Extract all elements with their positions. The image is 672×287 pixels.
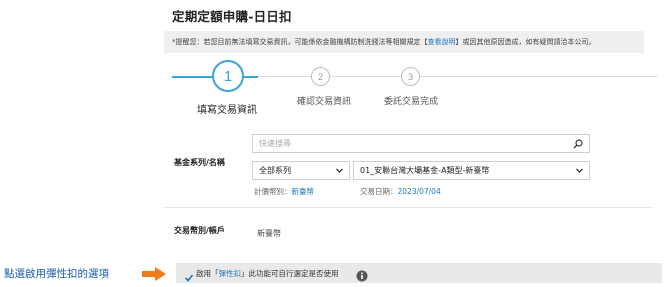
pricing-currency-label: 計價幣別： <box>254 187 292 196</box>
section-divider <box>164 207 652 208</box>
step-2-circle: 2 <box>311 67 330 86</box>
search-icon[interactable] <box>573 138 583 155</box>
flex-debit-checkbox[interactable] <box>184 268 194 287</box>
flex-debit-suffix: 」此功能可自行選定是否使用 <box>241 269 339 278</box>
step-1-label: 填寫交易資訊 <box>197 105 257 116</box>
notice-suffix: 】或因其他原因造成，如有疑問請洽本公司。 <box>455 38 596 46</box>
step-3-circle: 3 <box>401 67 420 86</box>
fund-series-select[interactable]: 全部系列 <box>252 161 350 180</box>
notice-bar: *提醒您：若您目前無法填寫交易資訊，可能係依金融機構防制洗錢法等相關規定【查看說… <box>164 31 644 53</box>
annotation-text: 點選啟用彈性扣的選項 <box>4 268 109 280</box>
chevron-down-icon <box>335 162 344 185</box>
trade-currency-value: 新臺幣 <box>257 229 281 238</box>
trade-date-value: 2023/07/04 <box>397 187 441 196</box>
chevron-down-icon <box>575 162 584 185</box>
trade-date-label: 交易日期： <box>360 187 398 196</box>
fund-name-value: 01_安聯台灣大壩基金-A類型-新臺幣 <box>360 166 490 175</box>
notice-prefix: *提醒您：若您目前無法填寫交易資訊，可能係依金融機構防制洗錢法等相關規定【 <box>172 38 428 46</box>
notice-help-link[interactable]: 查看說明 <box>428 38 456 46</box>
fund-series-value: 全部系列 <box>259 166 291 175</box>
step-2-label: 確認交易資訊 <box>297 97 352 107</box>
flex-debit-highlight: 彈性扣 <box>218 269 242 278</box>
arrow-right-icon <box>142 266 166 285</box>
page-title: 定期定額申購-日日扣 <box>172 9 292 24</box>
flex-debit-prefix: 啟用「 <box>196 269 219 278</box>
trade-currency-label: 交易幣別/帳戶 <box>174 226 225 235</box>
pricing-currency: 計價幣別：新臺幣 <box>254 186 314 197</box>
flex-debit-text: 啟用「彈性扣」此功能可自行選定是否使用 <box>196 268 339 279</box>
search-placeholder: 快速搜尋 <box>259 139 291 148</box>
pricing-currency-value: 新臺幣 <box>291 187 315 196</box>
check-icon <box>184 274 194 282</box>
info-icon[interactable] <box>356 267 368 286</box>
fund-search-input[interactable]: 快速搜尋 <box>252 134 590 153</box>
fund-name-select[interactable]: 01_安聯台灣大壩基金-A類型-新臺幣 <box>353 161 590 180</box>
step-1-circle: 1 <box>212 60 244 92</box>
step-3-label: 委託交易完成 <box>384 97 439 107</box>
trade-date: 交易日期：2023/07/04 <box>360 186 441 197</box>
fund-field-label: 基金系列/名稱 <box>174 158 225 167</box>
